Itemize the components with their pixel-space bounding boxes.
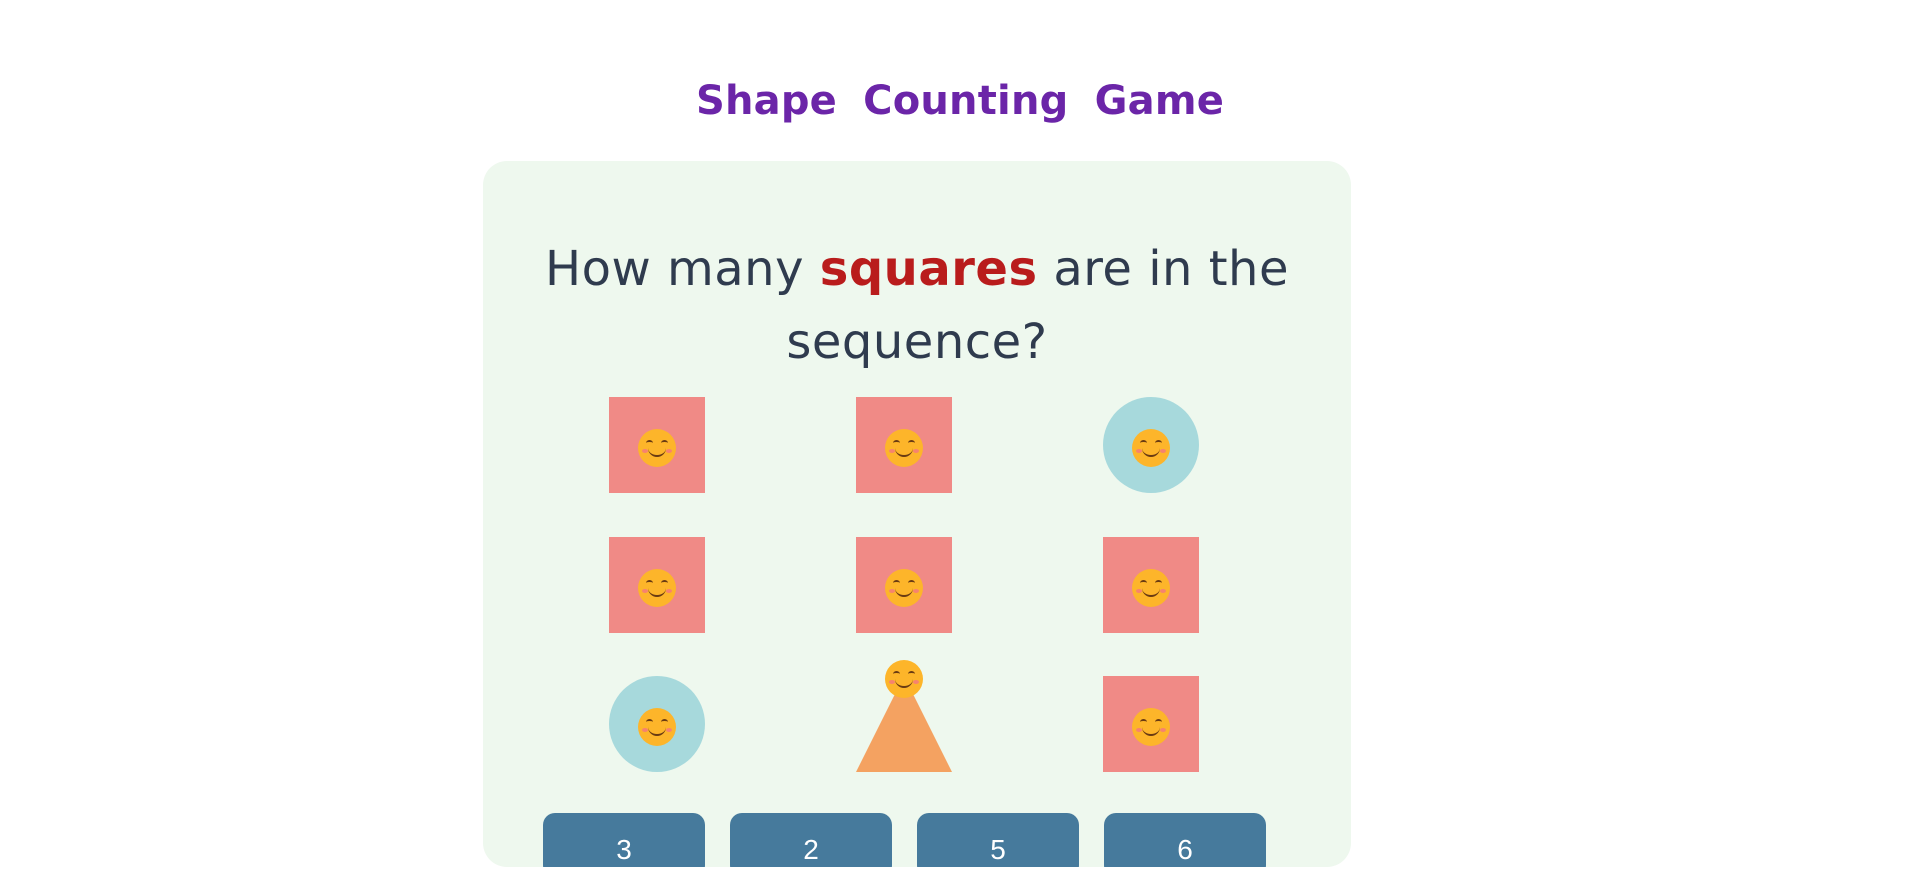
smiling-face-icon bbox=[638, 569, 676, 607]
game-title: Shape Counting Game bbox=[695, 78, 1225, 124]
smiling-face-icon bbox=[885, 429, 923, 467]
game-page: Shape Counting Game How many squares are… bbox=[0, 0, 1920, 878]
smiling-face-icon bbox=[1132, 429, 1170, 467]
shape-cell-circle bbox=[609, 676, 705, 772]
question-text: How many squares are in the sequence? bbox=[483, 233, 1351, 379]
shape-cell-square bbox=[856, 397, 952, 493]
shape-cell-square bbox=[1103, 537, 1199, 633]
smiling-face-icon bbox=[1132, 708, 1170, 746]
shape-cell-square bbox=[1103, 676, 1199, 772]
answer-options: 3256 bbox=[543, 813, 1293, 867]
smiling-face-icon bbox=[638, 708, 676, 746]
smiling-face-icon bbox=[638, 429, 676, 467]
shape-grid bbox=[483, 397, 1351, 777]
game-panel: How many squares are in the sequence? 32… bbox=[483, 161, 1351, 867]
shape-cell-triangle bbox=[856, 660, 952, 772]
question-highlight: squares bbox=[819, 241, 1038, 297]
shape-cell-square bbox=[856, 537, 952, 633]
shape-cell-square bbox=[609, 397, 705, 493]
smiling-face-icon bbox=[885, 660, 923, 698]
question-before: How many bbox=[545, 241, 804, 297]
answer-button-6[interactable]: 6 bbox=[1104, 813, 1266, 867]
answer-button-5[interactable]: 5 bbox=[917, 813, 1079, 867]
answer-button-2[interactable]: 2 bbox=[730, 813, 892, 867]
smiling-face-icon bbox=[1132, 569, 1170, 607]
smiling-face-icon bbox=[885, 569, 923, 607]
answer-button-3[interactable]: 3 bbox=[543, 813, 705, 867]
shape-cell-circle bbox=[1103, 397, 1199, 493]
shape-cell-square bbox=[609, 537, 705, 633]
